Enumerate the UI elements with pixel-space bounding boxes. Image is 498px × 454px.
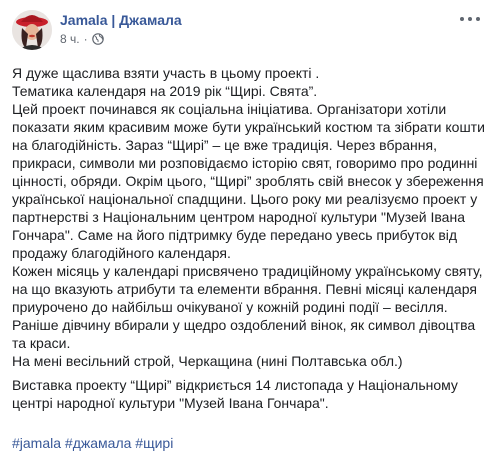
post-line: на благодійність. Зараз “Щирі” – це вже … <box>12 137 437 153</box>
meta-separator: · <box>83 32 88 46</box>
avatar[interactable] <box>12 10 52 50</box>
post-line: показати яким красивим може бути українс… <box>12 119 485 135</box>
post-line: приурочено до найбільш очікуваної у кожн… <box>12 299 448 315</box>
post-line: Кожен місяць у календарі присвячено трад… <box>12 263 483 279</box>
more-options-button[interactable] <box>460 12 480 26</box>
post-line: та краси. <box>12 335 71 351</box>
post-header: Jamala | Джамала 8 ч. · <box>12 10 486 50</box>
post-body: Я дуже щаслива взяти участь в цьому прое… <box>12 64 485 412</box>
post-line: Тематика календаря на 2019 рік “Щирі. Св… <box>12 83 318 99</box>
post-line: Раніше дівчину вбирали у щедро оздоблени… <box>12 317 476 333</box>
post-line: Виставка проекту “Щирі” відкриється 14 л… <box>12 377 458 393</box>
author-name[interactable]: Jamala | Джамала <box>60 12 182 28</box>
avatar-image <box>12 10 52 50</box>
post-line: Цей проект починався як соціальна ініціа… <box>12 101 447 117</box>
globe-icon[interactable] <box>91 33 104 45</box>
hashtag-link[interactable]: #джамала <box>65 435 131 451</box>
post-line: прикраси, символи ми розповідаємо історі… <box>12 155 478 171</box>
post-line: продажу благодійного календаря. <box>12 245 231 261</box>
post-meta: 8 ч. · <box>60 32 104 46</box>
post-line: цінності, обряди. Окрім цього, “Щирі” зр… <box>12 173 484 189</box>
more-dots-icon <box>460 17 464 21</box>
post-line: української національної спадщини. Цього… <box>12 191 478 207</box>
post-line: партнерстві з Національним центром народ… <box>12 209 465 225</box>
post-line: Я дуже щаслива взяти участь в цьому прое… <box>12 65 320 81</box>
post-timestamp[interactable]: 8 ч. <box>60 32 80 46</box>
post-line: на що вказують атрибути та елементи вбра… <box>12 281 477 297</box>
hashtag-link[interactable]: #jamala <box>12 435 61 451</box>
post-line: На мені весільний строй, Черкащина (нині… <box>12 353 403 369</box>
hashtag-row: #jamala #джамала #щирі <box>12 434 173 452</box>
post-line: центрі народної культури "Музей Івана Го… <box>12 395 329 411</box>
hashtag-link[interactable]: #щирі <box>135 435 173 451</box>
post-line: Гончара". Саме на його підтримку буде пе… <box>12 227 458 243</box>
facebook-post: Jamala | Джамала 8 ч. · Я дуже щаслива в… <box>0 0 498 454</box>
